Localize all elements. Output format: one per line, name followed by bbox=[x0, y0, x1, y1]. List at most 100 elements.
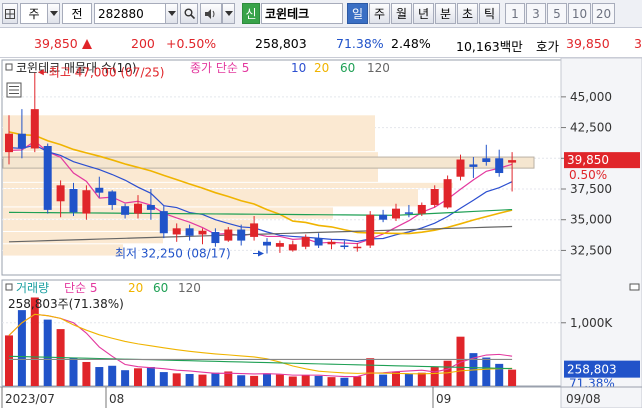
candle-body-17 bbox=[224, 229, 233, 241]
candle-body-32 bbox=[417, 204, 426, 214]
candle-body-23 bbox=[301, 236, 310, 247]
interval-tab-5[interactable]: 5 bbox=[547, 3, 567, 24]
volume-bar-28 bbox=[366, 358, 375, 386]
volume-bar-12 bbox=[159, 372, 168, 386]
candle-body-36 bbox=[469, 164, 478, 167]
search-icon[interactable] bbox=[180, 3, 198, 24]
current-price-tag-label: 39,850 bbox=[567, 153, 609, 167]
price-change: 200 bbox=[131, 36, 155, 51]
x-axis-label-3: 09/08 bbox=[566, 392, 601, 406]
interval-tab-1[interactable]: 1 bbox=[505, 3, 525, 24]
toolbar: 주 전 282880 신 코윈테크 일 주 월 년 분 초 틱 1 3 5 10 20 bbox=[0, 0, 642, 28]
volume-ratio: 71.38% bbox=[336, 36, 384, 51]
panel-resize-handle[interactable] bbox=[629, 283, 640, 291]
volume-bar-8 bbox=[108, 365, 117, 386]
candle-body-9 bbox=[121, 206, 130, 215]
candle-body-25 bbox=[327, 241, 336, 245]
price-info-row: 39,850 200 +0.50% 258,803 71.38% 2.48% 1… bbox=[0, 28, 642, 58]
candle-body-4 bbox=[56, 185, 65, 202]
stock-code-input[interactable]: 282880 bbox=[94, 3, 166, 24]
volume-bar-19 bbox=[250, 375, 259, 386]
candle-body-19 bbox=[250, 223, 259, 237]
new-badge[interactable]: 신 bbox=[242, 3, 260, 24]
volume-legend-ma120: 120 bbox=[178, 281, 201, 295]
volume-legend-ma60: 60 bbox=[153, 281, 168, 295]
up-arrow-icon bbox=[82, 37, 92, 52]
candle-body-37 bbox=[482, 158, 491, 162]
period-tab-5[interactable]: 초 bbox=[457, 3, 478, 24]
candle-body-26 bbox=[340, 245, 349, 248]
price-legend-ma5: 종가 단순 5 bbox=[190, 61, 249, 75]
mode-dropdown-arrow[interactable] bbox=[47, 3, 60, 24]
volume-bar-27 bbox=[353, 376, 362, 386]
candle-body-13 bbox=[172, 228, 181, 235]
volume-bar-26 bbox=[340, 377, 349, 386]
candle-body-0 bbox=[5, 133, 13, 153]
candle-body-31 bbox=[404, 212, 413, 214]
volume-bar-39 bbox=[508, 369, 517, 386]
volume-bar-23 bbox=[301, 375, 310, 386]
candle-body-35 bbox=[456, 159, 465, 177]
volume-bar-37 bbox=[482, 357, 491, 386]
candle-body-14 bbox=[185, 228, 194, 236]
candle-body-2 bbox=[30, 109, 39, 149]
volume-bar-33 bbox=[430, 367, 439, 386]
mode-select[interactable]: 주 bbox=[20, 3, 48, 24]
volume-bar-32 bbox=[417, 372, 426, 386]
interval-tab-3[interactable]: 3 bbox=[526, 3, 546, 24]
volume-legend-title: 거래량 bbox=[16, 281, 49, 295]
volume-bar-31 bbox=[404, 373, 413, 386]
volume-bar-20 bbox=[263, 373, 271, 386]
speaker-icon[interactable] bbox=[200, 3, 222, 24]
volume-bar-38 bbox=[495, 363, 504, 386]
current-pct-tag-label: 0.50% bbox=[569, 168, 607, 182]
candle-body-7 bbox=[95, 187, 104, 193]
volume-bar-18 bbox=[237, 375, 246, 386]
volume-bar-22 bbox=[288, 376, 297, 386]
volume-bar-29 bbox=[379, 374, 388, 386]
period-tab-1[interactable]: 주 bbox=[369, 3, 390, 24]
candle-body-28 bbox=[366, 214, 375, 246]
stock-code-dropdown-arrow[interactable] bbox=[165, 3, 178, 24]
volume-note-label: 258,803주(71.38%) bbox=[8, 297, 124, 311]
volume-profile-peak-bar bbox=[2, 156, 535, 169]
period-tab-2[interactable]: 월 bbox=[391, 3, 412, 24]
volume-bar-6 bbox=[82, 361, 91, 386]
volume-bar-0 bbox=[5, 335, 13, 386]
candle-body-39 bbox=[508, 160, 517, 163]
period-tab-0[interactable]: 일 bbox=[347, 3, 368, 24]
chart-grid-icon[interactable] bbox=[2, 3, 18, 24]
volume-bar-13 bbox=[172, 373, 181, 386]
chart-settings-icon[interactable] bbox=[6, 82, 22, 98]
candle-body-1 bbox=[17, 133, 26, 149]
current-volume-pct-label: 71.38% bbox=[569, 377, 615, 391]
prefix-field[interactable]: 전 bbox=[62, 3, 92, 24]
stock-name-text: 코윈테크 bbox=[265, 7, 310, 21]
volume-bar-24 bbox=[314, 375, 323, 386]
volume-bar-15 bbox=[198, 374, 207, 386]
candle-body-20 bbox=[263, 241, 271, 246]
price-chart[interactable]: 45,00042,50040,00037,50035,00032,500코윈테크… bbox=[0, 58, 642, 408]
candle-body-18 bbox=[237, 229, 246, 241]
price-ytick-label-4: 35,000 bbox=[570, 213, 612, 227]
candle-body-3 bbox=[43, 146, 52, 210]
stock-name-field[interactable]: 코윈테크 bbox=[261, 3, 343, 24]
high-note-label: 최고 47,000 (07/25) bbox=[49, 65, 165, 79]
volume-value: 258,803 bbox=[255, 36, 307, 51]
period-tab-4[interactable]: 분 bbox=[435, 3, 456, 24]
speaker-dropdown-arrow[interactable] bbox=[222, 3, 235, 24]
candle-body-30 bbox=[392, 208, 400, 219]
period-tab-6[interactable]: 틱 bbox=[479, 3, 500, 24]
candle-body-34 bbox=[443, 179, 452, 208]
volume-profile-bar-2 bbox=[3, 182, 453, 188]
candle-body-33 bbox=[430, 189, 439, 205]
price-ytick-label-3: 37,500 bbox=[570, 182, 612, 196]
quote-cut-text: 3 bbox=[634, 36, 642, 51]
interval-tab-10[interactable]: 10 bbox=[568, 3, 591, 24]
volume-bar-3 bbox=[43, 319, 52, 386]
candle-body-38 bbox=[495, 158, 504, 174]
price-ytick-label-5: 32,500 bbox=[570, 243, 612, 257]
candle-body-6 bbox=[82, 190, 91, 214]
interval-tab-20[interactable]: 20 bbox=[592, 3, 615, 24]
period-tab-3[interactable]: 년 bbox=[413, 3, 434, 24]
